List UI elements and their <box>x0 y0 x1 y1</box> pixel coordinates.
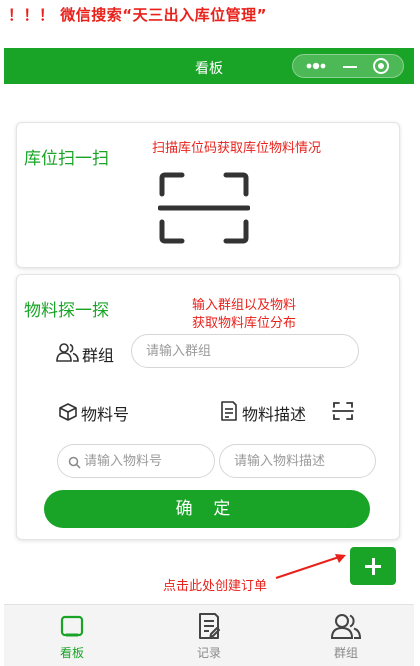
tab-board-label: 看板 <box>59 646 84 660</box>
material-no-field <box>57 444 215 478</box>
record-icon <box>199 613 220 639</box>
tab-group-label: 群组 <box>333 646 358 660</box>
tab-bar: 看板 记录 群组 <box>4 604 414 666</box>
close-icon[interactable] <box>373 58 389 74</box>
document-icon <box>221 401 237 421</box>
tab-record-label: 记录 <box>196 646 221 660</box>
cube-icon <box>59 403 77 421</box>
scan-section-title: 库位扫一扫 <box>24 149 109 169</box>
group-field <box>131 334 359 368</box>
promo-text: ！！！ 微信搜索“天三出入库位管理” <box>8 6 267 24</box>
tab-group[interactable]: 群组 <box>278 605 414 666</box>
probe-annotation-line2: 获取物料库位分布 <box>192 316 297 331</box>
material-desc-input[interactable] <box>220 445 375 477</box>
probe-annotation-line1: 输入群组以及物料 <box>192 298 297 313</box>
material-no-label: 物料号 <box>81 405 130 424</box>
scan-code-icon[interactable] <box>158 172 250 244</box>
arrow-pointer-icon <box>275 554 346 579</box>
more-icon[interactable] <box>305 60 327 72</box>
tab-record[interactable]: 记录 <box>141 605 277 666</box>
board-icon <box>60 615 84 637</box>
material-no-input[interactable] <box>58 445 214 477</box>
group-label: 群组 <box>82 346 115 365</box>
fab-annotation: 点击此处创建订单 <box>163 579 268 594</box>
title-bar: 看板 <box>4 48 414 84</box>
group-input[interactable] <box>132 335 358 367</box>
minimize-icon[interactable] <box>343 66 357 68</box>
scan-annotation: 扫描库位码获取库位物料情况 <box>152 141 322 156</box>
mini-program-capsule <box>292 54 404 78</box>
group-icon <box>331 614 361 639</box>
create-order-button[interactable] <box>350 547 396 585</box>
material-desc-label: 物料描述 <box>242 405 307 424</box>
scan-icon[interactable] <box>332 401 354 421</box>
confirm-button[interactable]: 确 定 <box>44 490 370 528</box>
material-desc-field <box>219 444 376 478</box>
probe-section-title: 物料探一探 <box>24 301 109 321</box>
group-icon <box>56 343 79 362</box>
tab-board[interactable]: 看板 <box>4 605 140 666</box>
